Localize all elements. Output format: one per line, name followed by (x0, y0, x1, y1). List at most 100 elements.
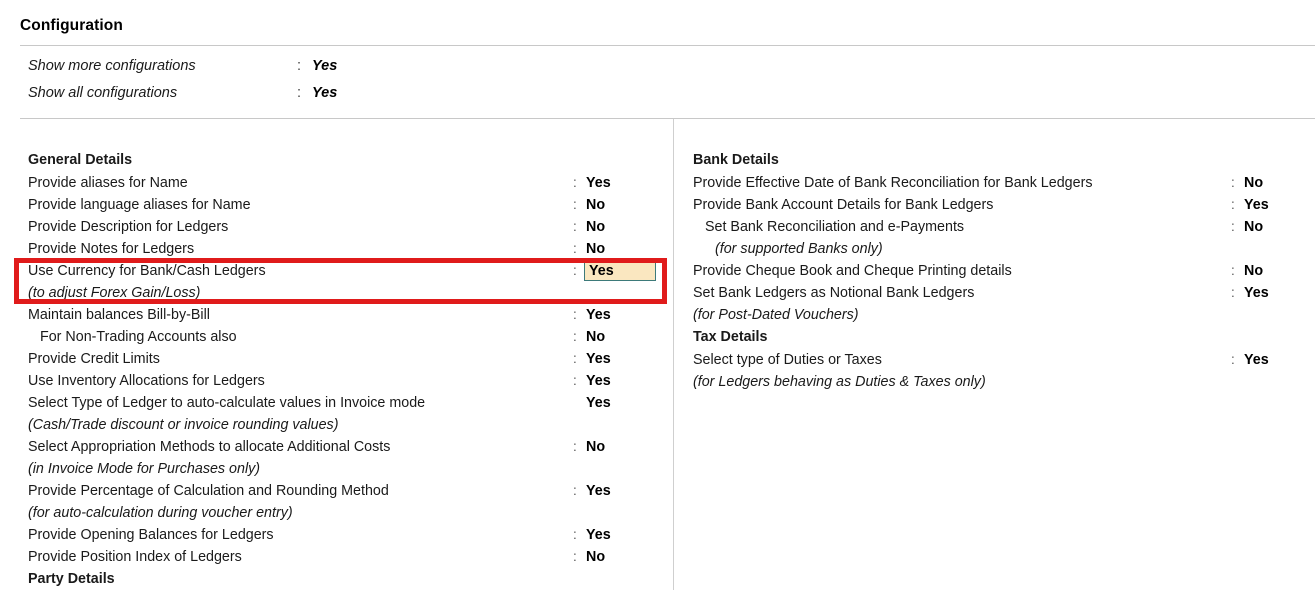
config-row[interactable]: Show more configurations: Yes (0, 58, 660, 85)
left-settings-column: General Details Provide aliases for Name:… (0, 152, 673, 594)
setting-row[interactable]: Provide Notes for Ledgers: No (0, 241, 673, 263)
setting-row[interactable]: Provide Credit Limits: Yes (0, 351, 673, 373)
setting-colon: : (573, 527, 577, 542)
setting-row[interactable]: Set Bank Ledgers as Notional Bank Ledger… (673, 285, 1315, 307)
setting-row[interactable]: Provide Cheque Book and Cheque Printing … (673, 263, 1315, 285)
setting-label: Select type of Duties or Taxes (693, 352, 882, 368)
setting-value[interactable]: No (586, 549, 605, 565)
focused-value-field[interactable]: Yes (584, 260, 656, 281)
setting-hint: (to adjust Forex Gain/Loss) (0, 285, 673, 307)
setting-row[interactable]: Use Inventory Allocations for Ledgers: Ye… (0, 373, 673, 395)
setting-label: For Non-Trading Accounts also (40, 329, 237, 345)
setting-label: (Cash/Trade discount or invoice rounding… (28, 417, 339, 433)
config-row-value[interactable]: Yes (312, 85, 337, 101)
setting-colon: : (573, 175, 577, 190)
config-row-colon: : (297, 58, 302, 74)
setting-colon: : (573, 241, 577, 256)
setting-row[interactable]: Select Appropriation Methods to allocate… (0, 439, 673, 461)
page-title: Configuration (20, 17, 123, 34)
setting-row[interactable]: Provide Effective Date of Bank Reconcili… (673, 175, 1315, 197)
section-heading: Bank Details (673, 152, 1315, 175)
section-divider (20, 118, 1315, 119)
setting-row[interactable]: Select Type of Ledger to auto-calculate … (0, 395, 673, 417)
setting-label: Set Bank Ledgers as Notional Bank Ledger… (693, 285, 975, 301)
section-heading: Tax Details (673, 329, 1315, 352)
setting-hint: (Cash/Trade discount or invoice rounding… (0, 417, 673, 439)
setting-hint: (for Post-Dated Vouchers) (673, 307, 1315, 329)
setting-label: Provide Opening Balances for Ledgers (28, 527, 274, 543)
setting-label: Bank Details (693, 152, 779, 168)
setting-value[interactable]: No (1244, 263, 1263, 279)
setting-colon: : (573, 483, 577, 498)
setting-row[interactable]: Select type of Duties or Taxes: Yes (673, 352, 1315, 374)
setting-colon: : (573, 373, 577, 388)
setting-label: General Details (28, 152, 133, 168)
setting-colon: : (573, 329, 577, 344)
setting-label: (for Post-Dated Vouchers) (693, 307, 859, 323)
setting-value[interactable]: Yes (586, 395, 611, 411)
setting-colon: : (573, 549, 577, 564)
setting-row[interactable]: For Non-Trading Accounts also: No (0, 329, 673, 351)
setting-value[interactable]: No (586, 219, 605, 235)
setting-label: Provide Position Index of Ledgers (28, 549, 242, 565)
setting-value[interactable]: No (586, 329, 605, 345)
setting-colon: : (573, 351, 577, 366)
setting-label: Provide Effective Date of Bank Reconcili… (693, 175, 1093, 191)
setting-value[interactable]: No (586, 241, 605, 257)
setting-value[interactable]: Yes (586, 483, 611, 499)
setting-colon: : (1231, 197, 1235, 212)
setting-value[interactable]: Yes (1244, 352, 1269, 368)
setting-value[interactable]: No (586, 197, 605, 213)
setting-colon: : (1231, 352, 1235, 367)
setting-label: Use Inventory Allocations for Ledgers (28, 373, 265, 389)
setting-row[interactable]: Provide aliases for Name: Yes (0, 175, 673, 197)
setting-label: Provide aliases for Name (28, 175, 188, 191)
setting-colon: : (1231, 263, 1235, 278)
setting-label: Party Details (28, 571, 115, 587)
setting-hint: (for supported Banks only) (673, 241, 1315, 263)
setting-value[interactable]: Yes (586, 373, 611, 389)
setting-label: (to adjust Forex Gain/Loss) (28, 285, 201, 301)
setting-value[interactable]: No (586, 439, 605, 455)
setting-row[interactable]: Provide Position Index of Ledgers: No (0, 549, 673, 571)
setting-label: Maintain balances Bill-by-Bill (28, 307, 210, 323)
right-settings-column: Bank Details Provide Effective Date of Ba… (673, 152, 1315, 396)
setting-row[interactable]: Provide Description for Ledgers: No (0, 219, 673, 241)
setting-value[interactable]: Yes (586, 527, 611, 543)
setting-colon: : (1231, 219, 1235, 234)
setting-row[interactable]: Provide Opening Balances for Ledgers: Yes (0, 527, 673, 549)
setting-value[interactable]: Yes (1244, 197, 1269, 213)
setting-value[interactable]: Yes (1244, 285, 1269, 301)
setting-hint: (for auto-calculation during voucher ent… (0, 505, 673, 527)
config-row-value[interactable]: Yes (312, 58, 337, 74)
setting-label: Provide Notes for Ledgers (28, 241, 195, 257)
setting-label: Provide Bank Account Details for Bank Le… (693, 197, 994, 213)
setting-row[interactable]: Use Currency for Bank/Cash Ledgers: Yes (0, 260, 673, 285)
setting-colon: : (573, 439, 577, 454)
setting-label: (for Ledgers behaving as Duties & Taxes … (693, 374, 986, 390)
setting-value[interactable]: Yes (586, 307, 611, 323)
setting-row[interactable]: Set Bank Reconciliation and e-Payments: N… (673, 219, 1315, 241)
focused-value-text: Yes (589, 263, 614, 279)
setting-value[interactable]: No (1244, 175, 1263, 191)
setting-colon: : (573, 263, 577, 278)
config-row[interactable]: Show all configurations: Yes (0, 85, 660, 112)
setting-row[interactable]: Provide Percentage of Calculation and Ro… (0, 483, 673, 505)
setting-label: (in Invoice Mode for Purchases only) (28, 461, 261, 477)
setting-label: Set Bank Reconciliation and e-Payments (705, 219, 965, 235)
config-row-label: Show more configurations (28, 58, 196, 74)
setting-value[interactable]: Yes (586, 175, 611, 191)
setting-hint: (for Ledgers behaving as Duties & Taxes … (673, 374, 1315, 396)
setting-row[interactable]: Maintain balances Bill-by-Bill: Yes (0, 307, 673, 329)
setting-colon: : (1231, 285, 1235, 300)
setting-label: Use Currency for Bank/Cash Ledgers (28, 263, 266, 279)
setting-label: (for auto-calculation during voucher ent… (28, 505, 293, 521)
setting-colon: : (1231, 175, 1235, 190)
setting-hint: (in Invoice Mode for Purchases only) (0, 461, 673, 483)
setting-value[interactable]: No (1244, 219, 1263, 235)
setting-label: Provide Credit Limits (28, 351, 160, 367)
setting-value[interactable]: Yes (586, 351, 611, 367)
setting-label: Tax Details (693, 329, 768, 345)
setting-row[interactable]: Provide language aliases for Name: No (0, 197, 673, 219)
setting-row[interactable]: Provide Bank Account Details for Bank Le… (673, 197, 1315, 219)
